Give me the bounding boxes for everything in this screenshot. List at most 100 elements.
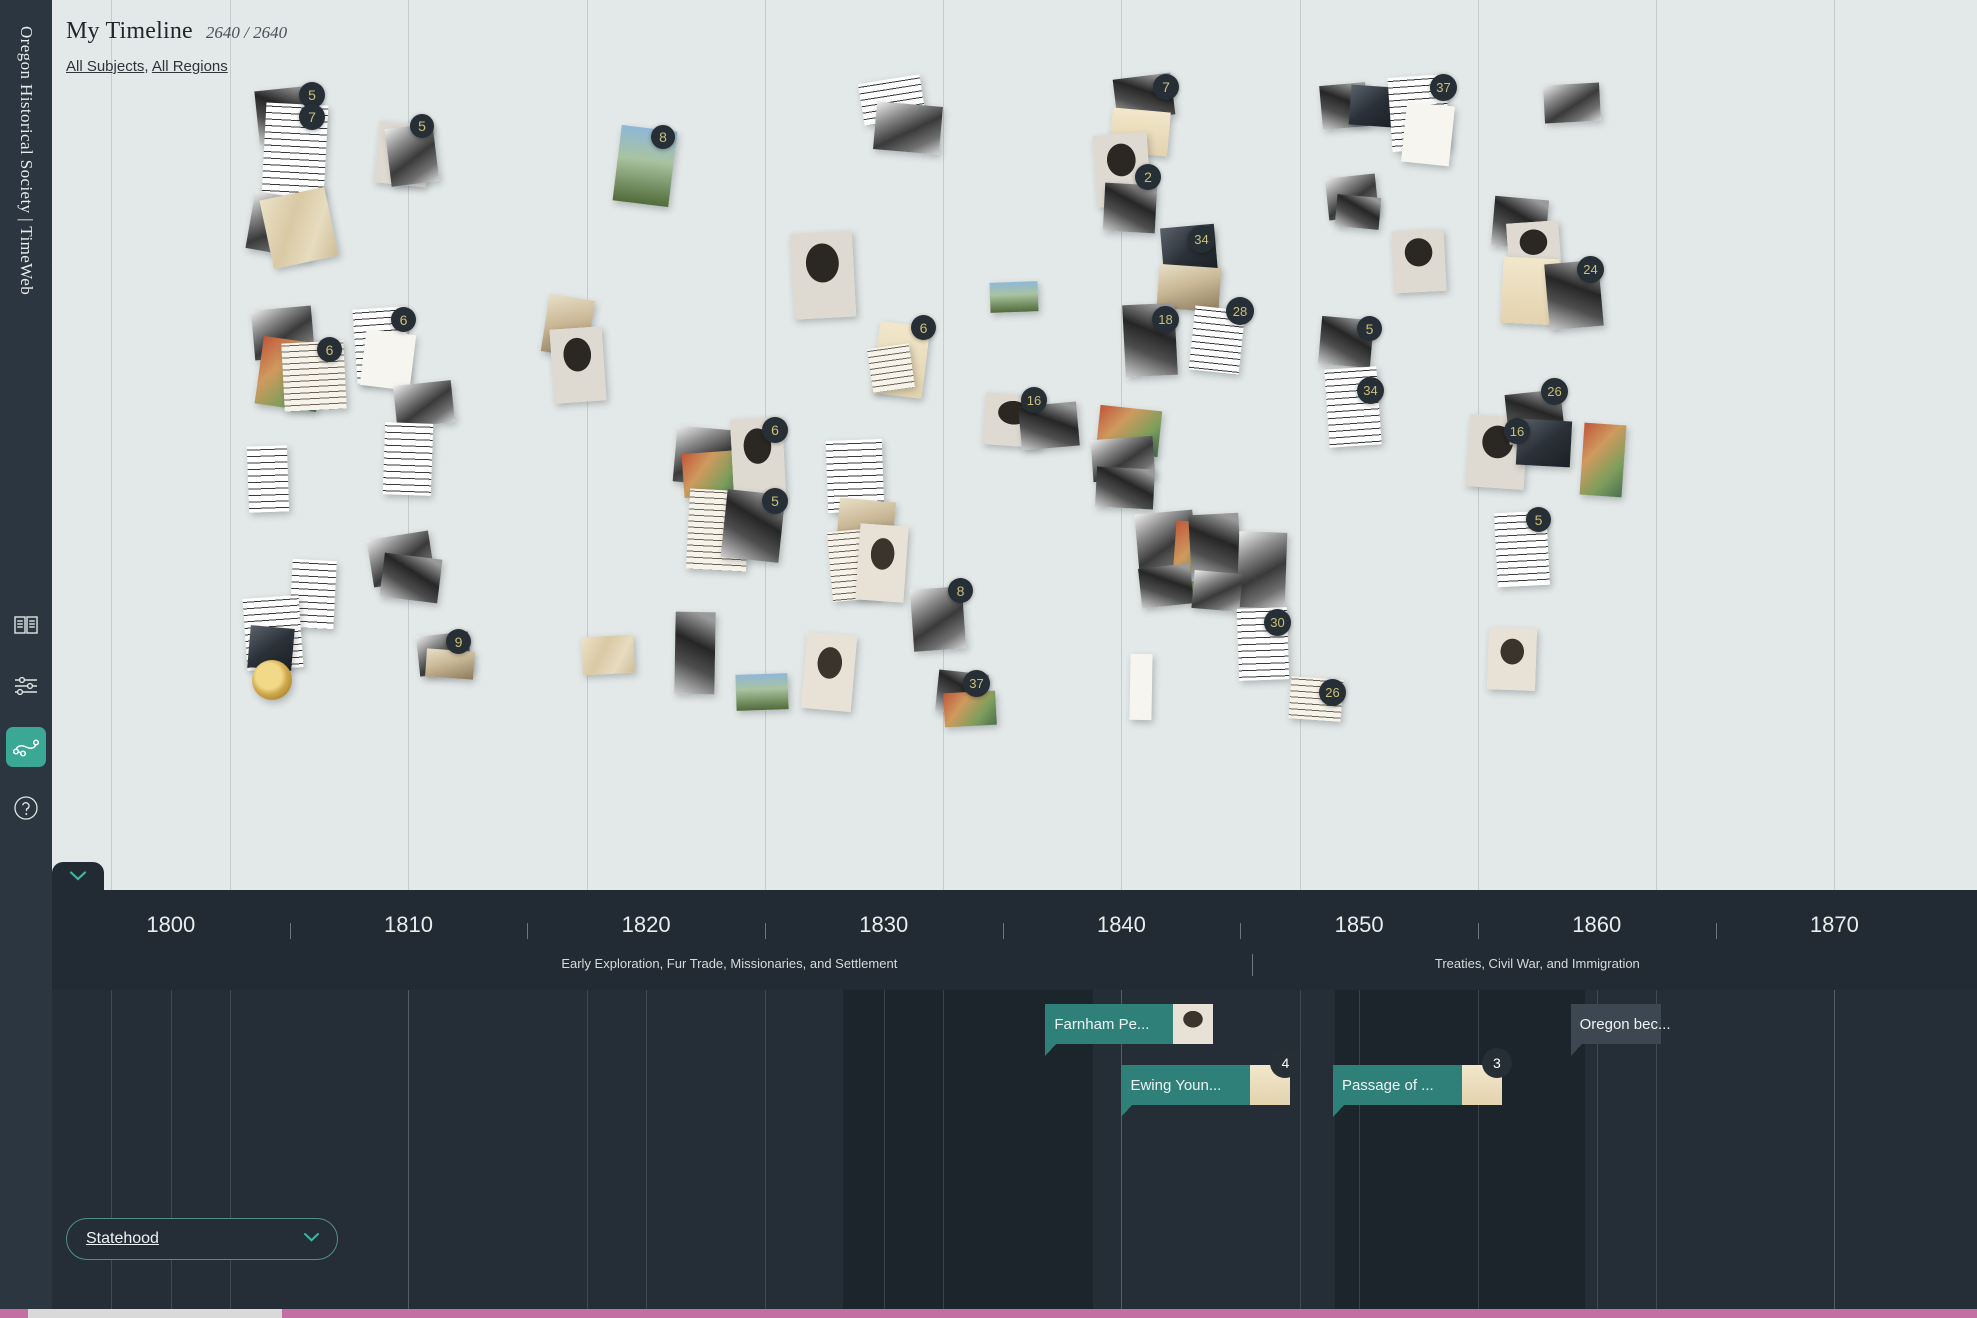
event-bar-pointer [1045,1044,1057,1056]
cluster-count-badge[interactable]: 8 [948,578,973,603]
timeweb-app: Oregon Historical Society | TimeWeb 5 7 … [0,0,1977,1318]
artifact-thumbnail[interactable] [1102,182,1158,234]
axis-year-label: 1830 [859,912,909,937]
cluster-count-badge[interactable]: 9 [446,629,471,654]
artifact-thumbnail[interactable] [425,648,475,680]
artifact-thumbnail[interactable] [382,422,434,496]
cluster-count-badge[interactable]: 16 [1504,418,1530,444]
axis-year-label: 1860 [1572,912,1622,937]
axis-year-label: 1850 [1334,912,1384,937]
artifact-thumbnail[interactable] [359,329,417,391]
canvas-gridline [111,0,113,890]
sidebar-item-library[interactable] [6,605,46,645]
cluster-count-badge[interactable]: 2 [1135,164,1161,190]
artifact-thumbnail[interactable] [867,343,915,393]
event-bar-label: Passage of ... [1332,1065,1462,1105]
event-bar-pointer [1121,1105,1133,1117]
axis-minor-tick [1002,923,1004,939]
artifact-thumbnail[interactable] [1391,228,1447,294]
filter-link-regions[interactable]: All Regions [152,58,228,75]
artifact-thumbnail[interactable] [873,101,943,155]
cluster-count-badge[interactable]: 28 [1226,297,1254,325]
artifact-canvas[interactable]: 5 7 5 8 6 6 6 5 6 8 9 37 16 7 2 34 18 28 30 26 37 5 34 24 26 16 5 … [52,0,1977,890]
cluster-count-badge[interactable]: 37 [1430,74,1457,101]
collapse-canvas-handle[interactable] [52,862,104,894]
artifact-thumbnail[interactable] [581,634,635,676]
artifact-thumbnail[interactable] [1138,563,1194,609]
artifact-thumbnail[interactable] [1236,531,1288,609]
cluster-count-badge[interactable]: 8 [651,125,675,149]
artifact-thumbnail[interactable] [674,611,716,695]
artifact-thumbnail[interactable] [989,281,1039,313]
cluster-count-badge[interactable]: 37 [963,670,990,697]
cluster-count-badge[interactable]: 16 [1021,387,1047,413]
artifact-thumbnail[interactable] [1400,101,1456,167]
artifact-thumbnail[interactable] [1486,627,1538,691]
scrollbar-thumb[interactable] [28,1309,282,1318]
artifact-thumbnail[interactable] [789,230,857,320]
timeline-path-icon [13,736,39,758]
event-panel-gridline [646,990,648,1318]
sidebar-item-filters[interactable] [6,666,46,706]
artifact-thumbnail[interactable] [1094,466,1156,510]
cluster-count-badge[interactable]: 18 [1152,306,1179,333]
artifact-thumbnail[interactable] [1543,82,1601,124]
event-count-badge[interactable]: 3 [1481,1048,1512,1078]
cluster-count-badge[interactable]: 5 [762,488,788,514]
artifact-thumbnail[interactable] [252,660,292,700]
cluster-count-badge[interactable]: 34 [1188,226,1215,253]
chevron-down-icon [302,1230,321,1248]
statehood-select-value: Statehood [86,1230,159,1247]
artifact-thumbnail[interactable] [379,552,443,604]
cluster-count-badge[interactable]: 24 [1577,256,1604,283]
timeline-axis[interactable]: 1800 1810 1820 1830 1840 1850 1860 1870 Early Ex… [52,862,1977,990]
cluster-count-badge[interactable]: 26 [1541,378,1568,405]
artifact-thumbnail[interactable] [735,673,789,711]
brand-vertical-label: Oregon Historical Society | TimeWeb [0,26,52,586]
cluster-count-badge[interactable]: 34 [1357,377,1384,404]
event-count-badge[interactable]: 4 [1270,1048,1301,1078]
artifact-thumbnail[interactable] [1129,653,1153,721]
artifact-thumbnail[interactable] [1334,194,1382,230]
cluster-count-badge[interactable]: 5 [1526,507,1551,532]
artifact-thumbnail[interactable] [943,690,997,728]
artifact-thumbnail[interactable] [1191,569,1243,613]
horizontal-scrollbar[interactable] [0,1309,1977,1318]
cluster-count-badge[interactable]: 26 [1319,679,1346,706]
cluster-count-badge[interactable]: 6 [911,315,936,340]
event-bar-thumbnail[interactable] [1173,1004,1214,1044]
event-panel-gridline [883,990,885,1318]
cluster-count-badge[interactable]: 7 [299,104,325,130]
event-bar[interactable]: Oregon bec... [1570,1004,1671,1056]
artifact-thumbnail[interactable] [1579,422,1627,498]
cluster-count-badge[interactable]: 7 [1153,74,1179,100]
cluster-count-badge[interactable]: 30 [1264,609,1291,636]
cluster-count-badge[interactable]: 6 [391,307,416,332]
event-track-panel[interactable]: Farnham Pe... Ewing Youn... 4 Passage of ..… [52,990,1977,1318]
cluster-count-badge[interactable]: 6 [317,337,342,362]
artifact-thumbnail[interactable] [259,186,339,270]
artifact-thumbnail[interactable] [855,523,909,603]
event-bar-pointer [1332,1105,1344,1117]
event-bar[interactable]: Farnham Pe... [1045,1004,1214,1056]
statehood-select[interactable]: Statehood [66,1218,338,1260]
cluster-count-badge[interactable]: 5 [410,114,434,138]
cluster-count-badge[interactable]: 5 [1357,316,1382,341]
era-label: Early Exploration, Fur Trade, Missionari… [561,956,898,971]
artifact-thumbnail[interactable] [246,445,290,513]
event-panel-gridline [408,990,410,1318]
cluster-count-badge[interactable]: 6 [762,417,788,443]
event-panel-gridline [943,990,945,1318]
canvas-gridline [943,0,945,890]
sidebar-item-timeline[interactable] [6,727,46,767]
artifact-thumbnail[interactable] [800,631,858,713]
sidebar-item-help[interactable] [6,788,46,828]
event-bar[interactable]: Ewing Youn... 4 [1121,1048,1301,1117]
artifact-thumbnail[interactable] [392,380,456,428]
filter-link-subjects[interactable]: All Subjects [66,58,144,75]
artifact-thumbnail[interactable] [549,326,607,404]
event-panel-gridline [1299,990,1301,1318]
page-title: My Timeline [66,18,193,44]
axis-minor-tick [289,923,291,939]
event-bar[interactable]: Passage of ... 3 [1332,1048,1512,1117]
